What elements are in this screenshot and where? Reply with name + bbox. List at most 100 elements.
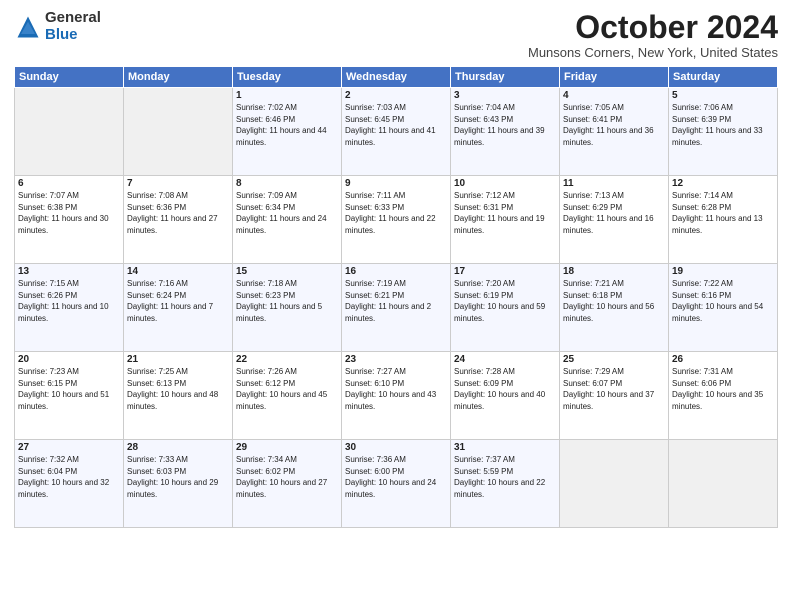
day-number: 11 (563, 178, 665, 189)
day-number: 4 (563, 90, 665, 101)
calendar-week-row: 13Sunrise: 7:15 AMSunset: 6:26 PMDayligh… (15, 264, 778, 352)
calendar-table: Sunday Monday Tuesday Wednesday Thursday… (14, 66, 778, 528)
table-row (15, 88, 124, 176)
title-block: October 2024 Munsons Corners, New York, … (528, 10, 778, 60)
day-data: Sunrise: 7:27 AMSunset: 6:10 PMDaylight:… (345, 366, 447, 412)
day-number: 22 (236, 354, 338, 365)
day-number: 18 (563, 266, 665, 277)
table-row: 2Sunrise: 7:03 AMSunset: 6:45 PMDaylight… (342, 88, 451, 176)
day-number: 8 (236, 178, 338, 189)
table-row: 30Sunrise: 7:36 AMSunset: 6:00 PMDayligh… (342, 440, 451, 528)
day-number: 20 (18, 354, 120, 365)
col-wednesday: Wednesday (342, 67, 451, 88)
day-data: Sunrise: 7:34 AMSunset: 6:02 PMDaylight:… (236, 454, 338, 500)
day-data: Sunrise: 7:11 AMSunset: 6:33 PMDaylight:… (345, 190, 447, 236)
table-row: 23Sunrise: 7:27 AMSunset: 6:10 PMDayligh… (342, 352, 451, 440)
table-row: 11Sunrise: 7:13 AMSunset: 6:29 PMDayligh… (560, 176, 669, 264)
day-number: 17 (454, 266, 556, 277)
table-row: 13Sunrise: 7:15 AMSunset: 6:26 PMDayligh… (15, 264, 124, 352)
day-data: Sunrise: 7:31 AMSunset: 6:06 PMDaylight:… (672, 366, 774, 412)
col-sunday: Sunday (15, 67, 124, 88)
table-row: 7Sunrise: 7:08 AMSunset: 6:36 PMDaylight… (124, 176, 233, 264)
day-number: 26 (672, 354, 774, 365)
table-row: 1Sunrise: 7:02 AMSunset: 6:46 PMDaylight… (233, 88, 342, 176)
day-number: 27 (18, 442, 120, 453)
day-data: Sunrise: 7:20 AMSunset: 6:19 PMDaylight:… (454, 278, 556, 324)
table-row: 29Sunrise: 7:34 AMSunset: 6:02 PMDayligh… (233, 440, 342, 528)
day-data: Sunrise: 7:23 AMSunset: 6:15 PMDaylight:… (18, 366, 120, 412)
calendar-week-row: 27Sunrise: 7:32 AMSunset: 6:04 PMDayligh… (15, 440, 778, 528)
calendar-week-row: 20Sunrise: 7:23 AMSunset: 6:15 PMDayligh… (15, 352, 778, 440)
table-row: 8Sunrise: 7:09 AMSunset: 6:34 PMDaylight… (233, 176, 342, 264)
day-number: 30 (345, 442, 447, 453)
day-data: Sunrise: 7:16 AMSunset: 6:24 PMDaylight:… (127, 278, 229, 324)
location: Munsons Corners, New York, United States (528, 45, 778, 60)
day-number: 3 (454, 90, 556, 101)
day-number: 2 (345, 90, 447, 101)
table-row: 19Sunrise: 7:22 AMSunset: 6:16 PMDayligh… (669, 264, 778, 352)
day-data: Sunrise: 7:13 AMSunset: 6:29 PMDaylight:… (563, 190, 665, 236)
day-data: Sunrise: 7:21 AMSunset: 6:18 PMDaylight:… (563, 278, 665, 324)
col-friday: Friday (560, 67, 669, 88)
logo-icon (14, 13, 42, 41)
day-number: 5 (672, 90, 774, 101)
table-row: 14Sunrise: 7:16 AMSunset: 6:24 PMDayligh… (124, 264, 233, 352)
day-data: Sunrise: 7:04 AMSunset: 6:43 PMDaylight:… (454, 102, 556, 148)
day-number: 24 (454, 354, 556, 365)
logo-blue-label: Blue (45, 27, 101, 44)
table-row: 4Sunrise: 7:05 AMSunset: 6:41 PMDaylight… (560, 88, 669, 176)
calendar-week-row: 6Sunrise: 7:07 AMSunset: 6:38 PMDaylight… (15, 176, 778, 264)
day-number: 16 (345, 266, 447, 277)
day-number: 6 (18, 178, 120, 189)
table-row: 12Sunrise: 7:14 AMSunset: 6:28 PMDayligh… (669, 176, 778, 264)
day-data: Sunrise: 7:07 AMSunset: 6:38 PMDaylight:… (18, 190, 120, 236)
day-number: 1 (236, 90, 338, 101)
day-data: Sunrise: 7:03 AMSunset: 6:45 PMDaylight:… (345, 102, 447, 148)
table-row: 24Sunrise: 7:28 AMSunset: 6:09 PMDayligh… (451, 352, 560, 440)
table-row: 27Sunrise: 7:32 AMSunset: 6:04 PMDayligh… (15, 440, 124, 528)
table-row: 25Sunrise: 7:29 AMSunset: 6:07 PMDayligh… (560, 352, 669, 440)
day-number: 13 (18, 266, 120, 277)
table-row: 9Sunrise: 7:11 AMSunset: 6:33 PMDaylight… (342, 176, 451, 264)
day-number: 12 (672, 178, 774, 189)
day-number: 21 (127, 354, 229, 365)
page: General Blue October 2024 Munsons Corner… (0, 0, 792, 612)
day-number: 10 (454, 178, 556, 189)
day-data: Sunrise: 7:08 AMSunset: 6:36 PMDaylight:… (127, 190, 229, 236)
table-row: 28Sunrise: 7:33 AMSunset: 6:03 PMDayligh… (124, 440, 233, 528)
day-data: Sunrise: 7:26 AMSunset: 6:12 PMDaylight:… (236, 366, 338, 412)
day-number: 31 (454, 442, 556, 453)
logo-general-label: General (45, 10, 101, 27)
day-data: Sunrise: 7:05 AMSunset: 6:41 PMDaylight:… (563, 102, 665, 148)
table-row (669, 440, 778, 528)
day-number: 28 (127, 442, 229, 453)
month-title: October 2024 (528, 10, 778, 45)
table-row (560, 440, 669, 528)
table-row: 5Sunrise: 7:06 AMSunset: 6:39 PMDaylight… (669, 88, 778, 176)
table-row: 22Sunrise: 7:26 AMSunset: 6:12 PMDayligh… (233, 352, 342, 440)
day-number: 23 (345, 354, 447, 365)
table-row: 17Sunrise: 7:20 AMSunset: 6:19 PMDayligh… (451, 264, 560, 352)
table-row: 26Sunrise: 7:31 AMSunset: 6:06 PMDayligh… (669, 352, 778, 440)
header: General Blue October 2024 Munsons Corner… (14, 10, 778, 60)
day-data: Sunrise: 7:15 AMSunset: 6:26 PMDaylight:… (18, 278, 120, 324)
col-saturday: Saturday (669, 67, 778, 88)
table-row: 3Sunrise: 7:04 AMSunset: 6:43 PMDaylight… (451, 88, 560, 176)
table-row: 31Sunrise: 7:37 AMSunset: 5:59 PMDayligh… (451, 440, 560, 528)
day-data: Sunrise: 7:25 AMSunset: 6:13 PMDaylight:… (127, 366, 229, 412)
day-data: Sunrise: 7:29 AMSunset: 6:07 PMDaylight:… (563, 366, 665, 412)
day-data: Sunrise: 7:18 AMSunset: 6:23 PMDaylight:… (236, 278, 338, 324)
day-data: Sunrise: 7:37 AMSunset: 5:59 PMDaylight:… (454, 454, 556, 500)
day-number: 19 (672, 266, 774, 277)
day-number: 15 (236, 266, 338, 277)
day-data: Sunrise: 7:14 AMSunset: 6:28 PMDaylight:… (672, 190, 774, 236)
day-number: 25 (563, 354, 665, 365)
col-thursday: Thursday (451, 67, 560, 88)
day-data: Sunrise: 7:09 AMSunset: 6:34 PMDaylight:… (236, 190, 338, 236)
day-number: 9 (345, 178, 447, 189)
table-row: 18Sunrise: 7:21 AMSunset: 6:18 PMDayligh… (560, 264, 669, 352)
col-monday: Monday (124, 67, 233, 88)
day-number: 29 (236, 442, 338, 453)
day-data: Sunrise: 7:33 AMSunset: 6:03 PMDaylight:… (127, 454, 229, 500)
day-data: Sunrise: 7:36 AMSunset: 6:00 PMDaylight:… (345, 454, 447, 500)
